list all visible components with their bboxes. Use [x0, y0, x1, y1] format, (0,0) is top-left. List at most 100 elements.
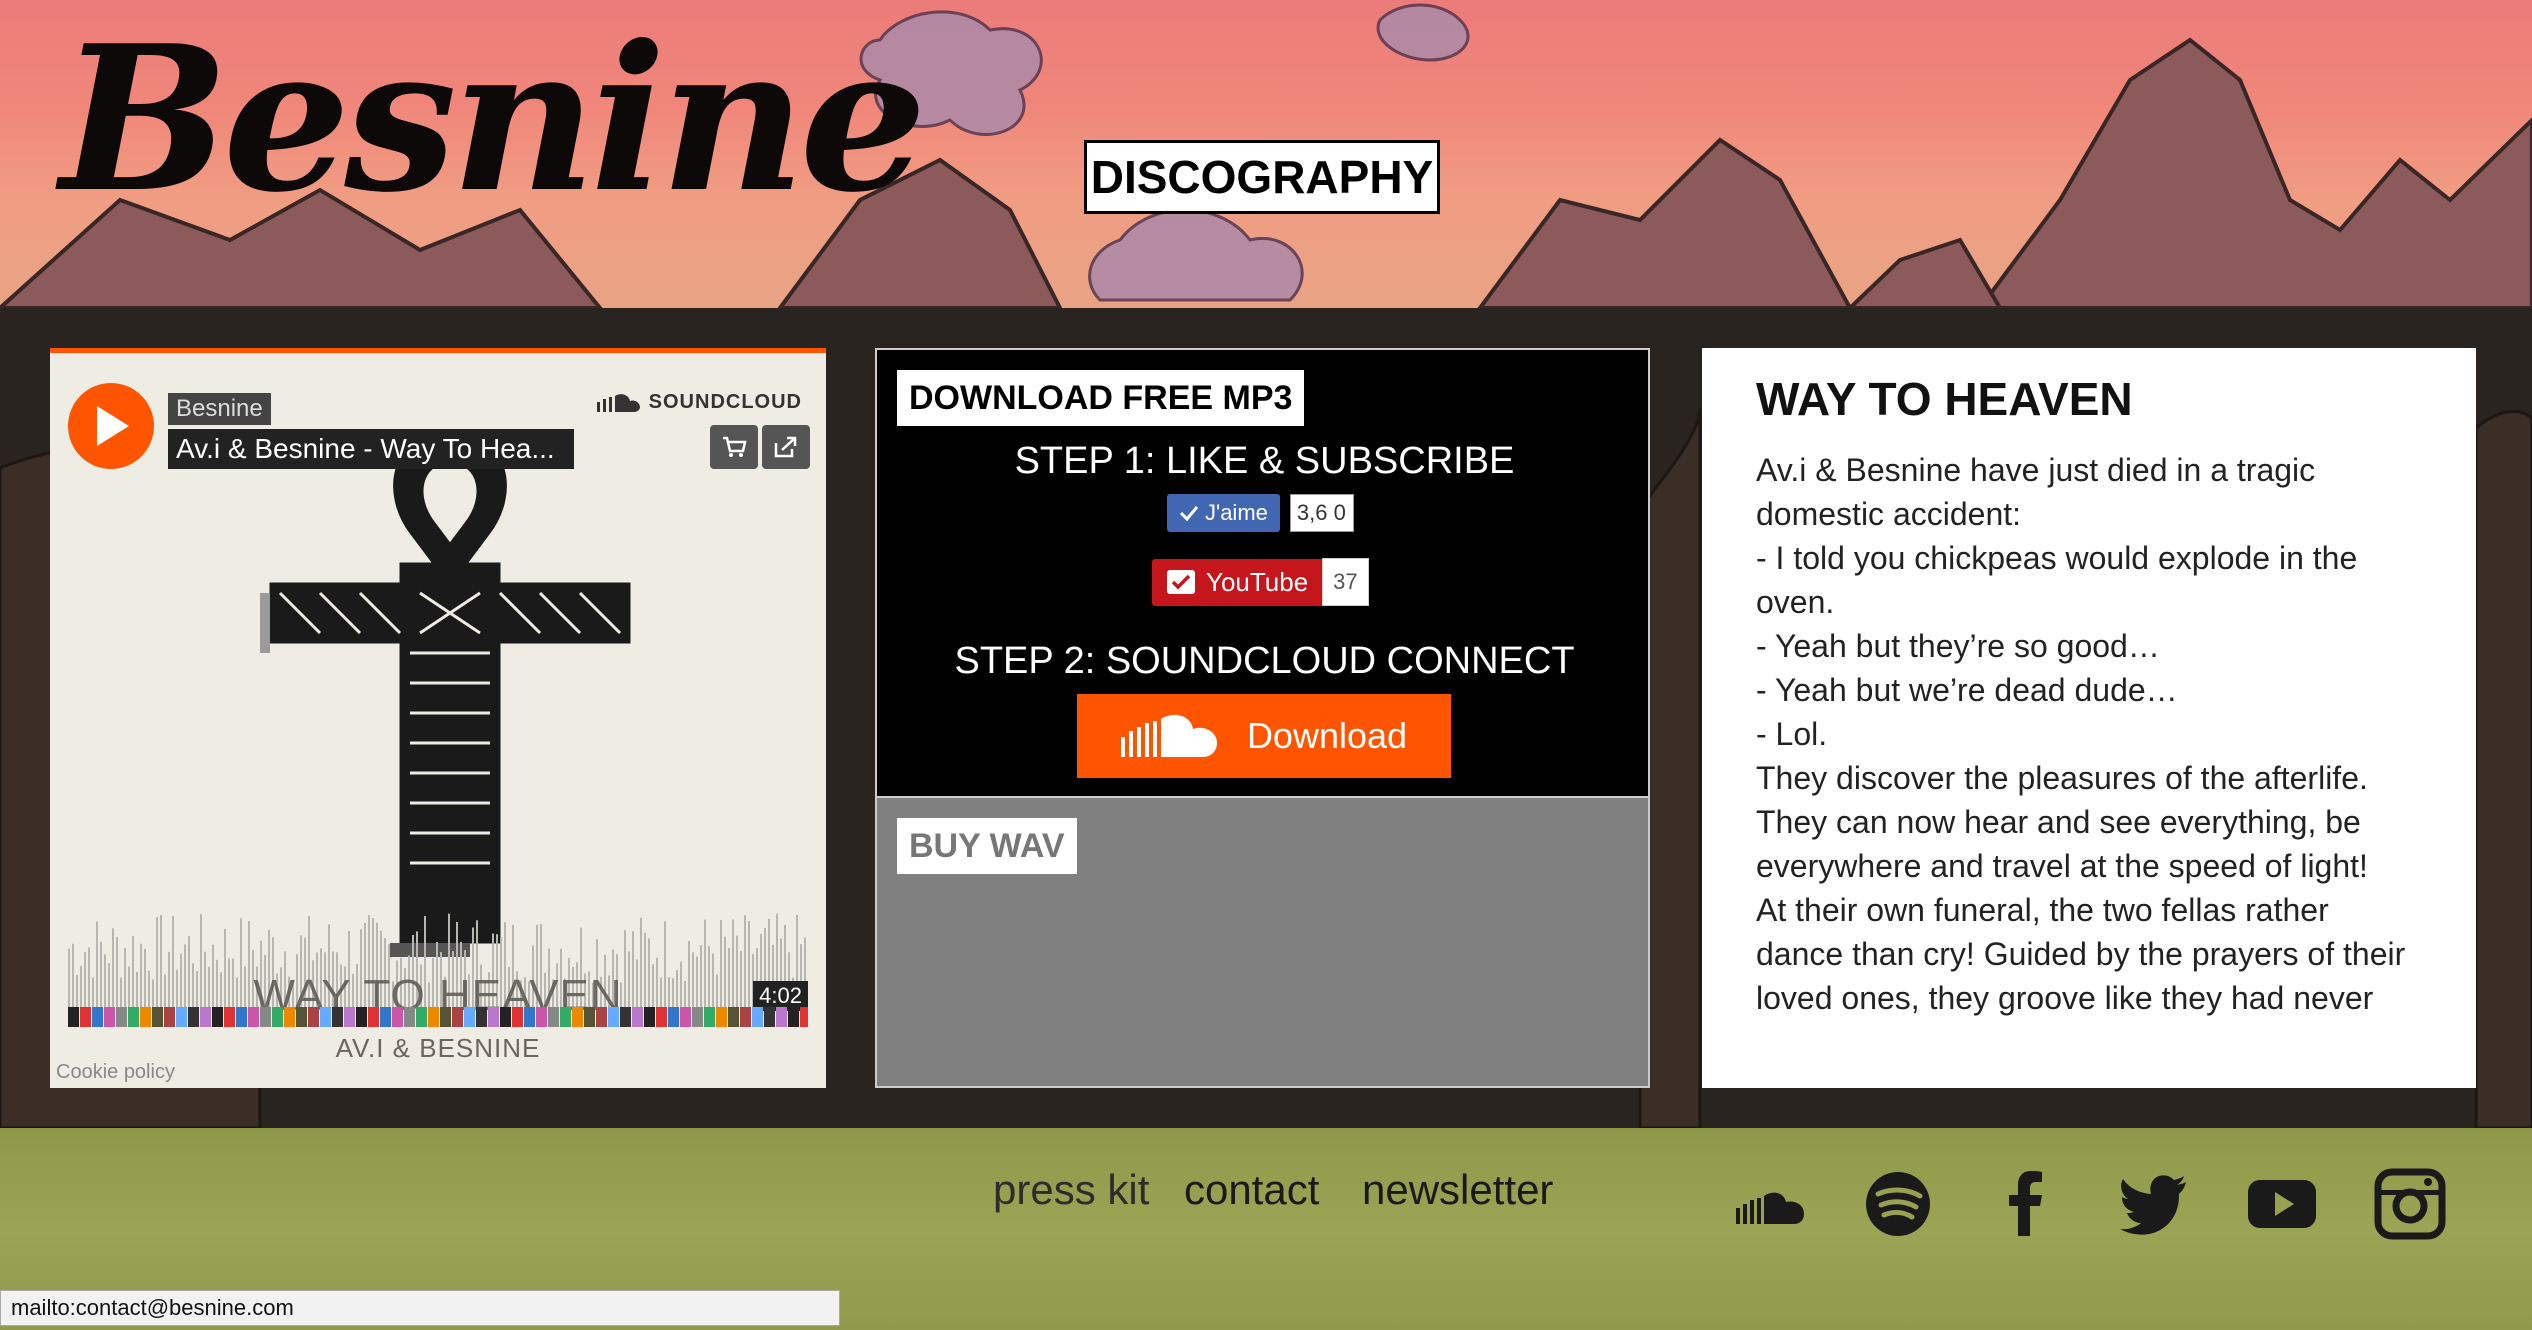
description-line: They discover the pleasures of the after… — [1756, 760, 2368, 796]
cart-icon — [723, 436, 747, 457]
comment-avatar[interactable] — [680, 1007, 691, 1027]
youtube-icon[interactable] — [2246, 1168, 2318, 1240]
comment-avatar[interactable] — [488, 1007, 499, 1027]
comment-avatar[interactable] — [92, 1007, 103, 1027]
comment-avatar[interactable] — [416, 1007, 427, 1027]
facebook-like-widget: J'aime 3,6 0 — [1167, 494, 1354, 532]
spotify-icon[interactable] — [1862, 1168, 1934, 1240]
comment-avatar[interactable] — [776, 1007, 787, 1027]
description-line: They can now hear and see everything, be — [1756, 804, 2361, 840]
comment-avatar[interactable] — [296, 1007, 307, 1027]
comment-avatar[interactable] — [632, 1007, 643, 1027]
comment-avatar[interactable] — [584, 1007, 595, 1027]
comment-avatar[interactable] — [164, 1007, 175, 1027]
comment-avatar[interactable] — [752, 1007, 763, 1027]
comment-avatar[interactable] — [476, 1007, 487, 1027]
comment-avatar[interactable] — [332, 1007, 343, 1027]
soundcloud-icon[interactable] — [1734, 1168, 1806, 1240]
comment-avatar[interactable] — [656, 1007, 667, 1027]
comment-avatar[interactable] — [116, 1007, 127, 1027]
comment-avatar[interactable] — [200, 1007, 211, 1027]
comment-avatar[interactable] — [704, 1007, 715, 1027]
checkmark-icon — [1179, 506, 1199, 522]
comment-avatar[interactable] — [440, 1007, 451, 1027]
player-track-title[interactable]: Av.i & Besnine - Way To Hea... — [168, 429, 574, 469]
comment-avatar[interactable] — [344, 1007, 355, 1027]
comment-avatar[interactable] — [716, 1007, 727, 1027]
play-button[interactable] — [68, 383, 154, 469]
comment-avatar[interactable] — [620, 1007, 631, 1027]
comment-avatar[interactable] — [224, 1007, 235, 1027]
browser-status-bar: mailto:contact@besnine.com — [0, 1290, 840, 1326]
soundcloud-brand[interactable]: SOUNDCLOUD — [596, 391, 802, 414]
comment-avatar[interactable] — [260, 1007, 271, 1027]
comment-avatar[interactable] — [152, 1007, 163, 1027]
facebook-like-button[interactable]: J'aime — [1167, 494, 1280, 532]
comment-avatar[interactable] — [464, 1007, 475, 1027]
comment-avatar[interactable] — [380, 1007, 391, 1027]
comment-avatar[interactable] — [728, 1007, 739, 1027]
share-button[interactable] — [762, 425, 810, 469]
facebook-like-count: 3,6 0 — [1289, 494, 1354, 532]
comment-avatar[interactable] — [788, 1007, 799, 1027]
comment-avatar[interactable] — [560, 1007, 571, 1027]
comment-avatar[interactable] — [80, 1007, 91, 1027]
play-icon — [97, 406, 129, 446]
buy-wav-heading[interactable]: BUY WAV — [897, 818, 1077, 874]
comment-avatar[interactable] — [368, 1007, 379, 1027]
comment-avatar[interactable] — [272, 1007, 283, 1027]
comment-avatar[interactable] — [248, 1007, 259, 1027]
comment-avatar[interactable] — [284, 1007, 295, 1027]
site-header: Besnine DISCOGRAPHY — [0, 0, 2532, 308]
comment-avatar[interactable] — [644, 1007, 655, 1027]
youtube-check-icon — [1167, 570, 1195, 594]
comment-avatar[interactable] — [536, 1007, 547, 1027]
comment-avatar[interactable] — [668, 1007, 679, 1027]
soundcloud-download-button[interactable]: Download — [1077, 694, 1451, 778]
comment-avatars-strip[interactable] — [68, 1007, 808, 1029]
soundcloud-download-label: Download — [1246, 715, 1408, 756]
comment-avatar[interactable] — [692, 1007, 703, 1027]
comment-avatar[interactable] — [524, 1007, 535, 1027]
comment-avatar[interactable] — [764, 1007, 775, 1027]
buy-cart-button[interactable] — [710, 425, 758, 469]
description-title: WAY TO HEAVEN — [1756, 373, 2133, 425]
description-body[interactable]: Av.i & Besnine have just died in a tragi… — [1756, 448, 2420, 1028]
download-mp3-panel: DOWNLOAD FREE MP3 STEP 1: LIKE & SUBSCRI… — [875, 348, 1650, 798]
comment-avatar[interactable] — [428, 1007, 439, 1027]
comment-avatar[interactable] — [128, 1007, 139, 1027]
comment-avatar[interactable] — [236, 1007, 247, 1027]
comment-avatar[interactable] — [212, 1007, 223, 1027]
comment-avatar[interactable] — [500, 1007, 511, 1027]
player-artist[interactable]: Besnine — [168, 393, 271, 425]
comment-avatar[interactable] — [512, 1007, 523, 1027]
site-logo[interactable]: Besnine — [60, 20, 927, 220]
youtube-subscribe-button[interactable]: YouTube — [1152, 558, 1323, 606]
cookie-policy-link[interactable]: Cookie policy — [56, 1061, 175, 1084]
description-line: Av.i & Besnine have just died in a tragi… — [1756, 452, 2316, 488]
comment-avatar[interactable] — [800, 1007, 808, 1027]
comment-avatar[interactable] — [140, 1007, 151, 1027]
comment-avatar[interactable] — [572, 1007, 583, 1027]
comment-avatar[interactable] — [308, 1007, 319, 1027]
newsletter-link[interactable]: newsletter — [1362, 1166, 1553, 1214]
comment-avatar[interactable] — [596, 1007, 607, 1027]
contact-link[interactable]: contact — [1184, 1166, 1319, 1214]
comment-avatar[interactable] — [548, 1007, 559, 1027]
comment-avatar[interactable] — [452, 1007, 463, 1027]
youtube-subscriber-count: 37 — [1322, 558, 1369, 606]
comment-avatar[interactable] — [404, 1007, 415, 1027]
comment-avatar[interactable] — [188, 1007, 199, 1027]
comment-avatar[interactable] — [104, 1007, 115, 1027]
facebook-icon[interactable] — [1990, 1168, 2062, 1240]
instagram-icon[interactable] — [2374, 1168, 2446, 1240]
press-kit-link[interactable]: press kit — [993, 1166, 1149, 1214]
comment-avatar[interactable] — [608, 1007, 619, 1027]
comment-avatar[interactable] — [320, 1007, 331, 1027]
comment-avatar[interactable] — [176, 1007, 187, 1027]
comment-avatar[interactable] — [356, 1007, 367, 1027]
comment-avatar[interactable] — [392, 1007, 403, 1027]
comment-avatar[interactable] — [68, 1007, 79, 1027]
twitter-icon[interactable] — [2118, 1168, 2190, 1240]
comment-avatar[interactable] — [740, 1007, 751, 1027]
